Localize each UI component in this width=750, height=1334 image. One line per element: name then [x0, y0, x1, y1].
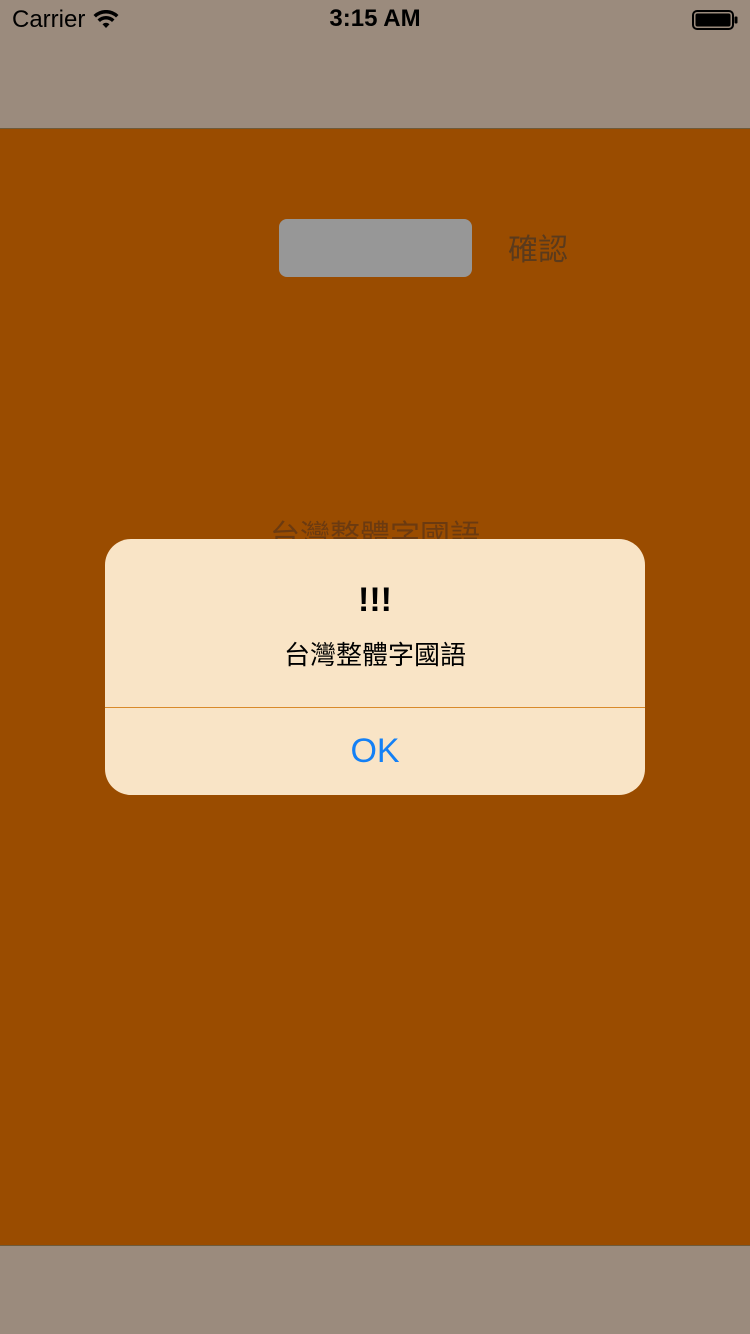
status-bar: Carrier 3:15 AM [0, 0, 750, 40]
battery-icon [692, 10, 738, 30]
text-input[interactable] [279, 219, 472, 277]
alert-message: 台灣整體字國語 [283, 641, 466, 671]
bottom-bar [0, 1245, 750, 1334]
app-screen: Carrier 3:15 AM 確認 台灣整體字國語 !!! 台灣整體字國語 O… [0, 0, 750, 1334]
alert-title: !!! [358, 581, 392, 619]
status-time: 3:15 AM [329, 5, 421, 32]
alert-ok-button[interactable]: OK [105, 708, 645, 795]
confirm-button[interactable]: 確認 [500, 225, 576, 269]
navigation-bar: Carrier 3:15 AM [0, 0, 750, 129]
alert-dialog: !!! 台灣整體字國語 OK [105, 539, 645, 795]
